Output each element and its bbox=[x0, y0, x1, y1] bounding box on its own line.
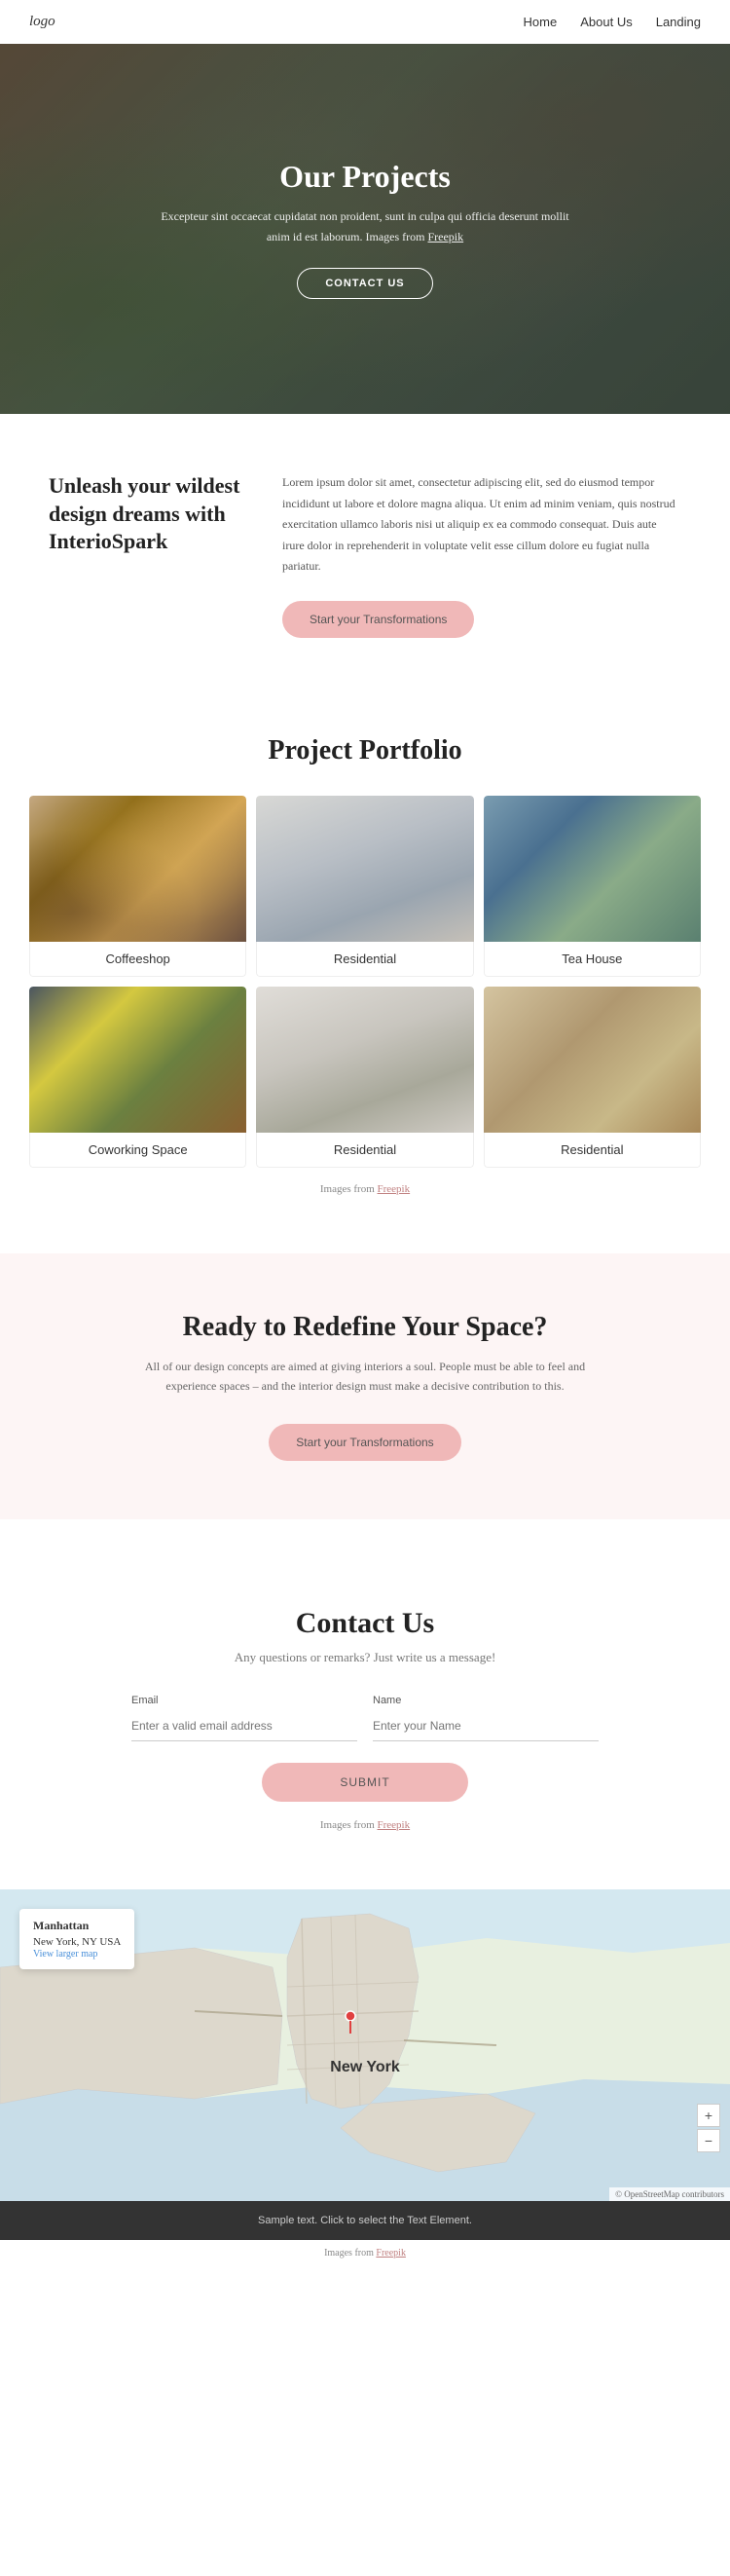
unleash-body: Lorem ipsum dolor sit amet, consectetur … bbox=[282, 472, 681, 578]
nav-home[interactable]: Home bbox=[524, 15, 558, 29]
footer-text: Sample text. Click to select the Text El… bbox=[14, 2215, 716, 2226]
logo: logo bbox=[29, 14, 55, 30]
footer-freepik-link[interactable]: Freepik bbox=[376, 2248, 406, 2259]
hero-description: Excepteur sint occaecat cupidatat non pr… bbox=[161, 206, 569, 246]
map-attribution: © OpenStreetMap contributors bbox=[609, 2187, 730, 2201]
ready-section: Ready to Redefine Your Space? All of our… bbox=[0, 1253, 730, 1519]
contact-freepik-link[interactable]: Freepik bbox=[378, 1819, 411, 1831]
unleash-body-block: Lorem ipsum dolor sit amet, consectetur … bbox=[282, 472, 681, 638]
contact-form: Email Name SUBMIT bbox=[78, 1695, 652, 1802]
name-input[interactable] bbox=[373, 1711, 599, 1741]
contact-note: Images from Freepik bbox=[78, 1819, 652, 1831]
contact-section: Contact Us Any questions or remarks? Jus… bbox=[0, 1549, 730, 1889]
hero-cta-button[interactable]: CONTACT US bbox=[297, 268, 432, 299]
submit-button[interactable]: SUBMIT bbox=[262, 1763, 467, 1802]
portfolio-label-coworking: Coworking Space bbox=[29, 1133, 246, 1168]
nav-landing[interactable]: Landing bbox=[656, 15, 701, 29]
hero-freepik-link[interactable]: Freepik bbox=[427, 230, 463, 243]
map-address: New York, NY USA bbox=[33, 1936, 121, 1948]
map-background: Manhattan New York, NY USA View larger m… bbox=[0, 1889, 730, 2201]
ready-title: Ready to Redefine Your Space? bbox=[78, 1312, 652, 1343]
email-label: Email bbox=[131, 1695, 357, 1706]
map-larger-link[interactable]: View larger map bbox=[33, 1949, 97, 1960]
portfolio-title: Project Portfolio bbox=[29, 735, 701, 766]
portfolio-label-coffeeshop: Coffeeshop bbox=[29, 942, 246, 977]
portfolio-label-residential1: Residential bbox=[256, 942, 473, 977]
portfolio-img-residential1 bbox=[256, 796, 473, 942]
contact-form-row: Email Name bbox=[131, 1695, 599, 1741]
portfolio-img-teahouse bbox=[484, 796, 701, 942]
portfolio-img-residential2 bbox=[256, 987, 473, 1133]
ready-cta-button[interactable]: Start your Transformations bbox=[269, 1424, 460, 1461]
map-zoom-controls: + − bbox=[697, 2104, 720, 2152]
portfolio-img-coffeeshop bbox=[29, 796, 246, 942]
portfolio-label-teahouse: Tea House bbox=[484, 942, 701, 977]
portfolio-label-residential3: Residential bbox=[484, 1133, 701, 1168]
portfolio-section: Project Portfolio Coffeeshop Residential… bbox=[0, 696, 730, 1224]
unleash-section: Unleash your wildest design dreams with … bbox=[0, 414, 730, 696]
ready-description: All of our design concepts are aimed at … bbox=[141, 1357, 589, 1397]
unleash-heading: Unleash your wildest design dreams with … bbox=[49, 472, 243, 556]
portfolio-item-residential3[interactable]: Residential bbox=[484, 987, 701, 1168]
portfolio-item-residential1[interactable]: Residential bbox=[256, 796, 473, 977]
hero-content: Our Projects Excepteur sint occaecat cup… bbox=[161, 159, 569, 299]
portfolio-grid: Coffeeshop Residential Tea House Coworki… bbox=[29, 796, 701, 1168]
email-field-group: Email bbox=[131, 1695, 357, 1741]
nav-links: Home About Us Landing bbox=[524, 15, 701, 29]
unleash-cta-button[interactable]: Start your Transformations bbox=[282, 601, 474, 638]
portfolio-note: Images from Freepik bbox=[29, 1183, 701, 1195]
name-label: Name bbox=[373, 1695, 599, 1706]
portfolio-item-coffeeshop[interactable]: Coffeeshop bbox=[29, 796, 246, 977]
name-field-group: Name bbox=[373, 1695, 599, 1741]
map-zoom-out[interactable]: − bbox=[697, 2129, 720, 2152]
portfolio-label-residential2: Residential bbox=[256, 1133, 473, 1168]
contact-title: Contact Us bbox=[78, 1607, 652, 1640]
nav-about[interactable]: About Us bbox=[580, 15, 632, 29]
navbar: logo Home About Us Landing bbox=[0, 0, 730, 44]
portfolio-freepik-link[interactable]: Freepik bbox=[378, 1183, 411, 1195]
portfolio-img-residential3 bbox=[484, 987, 701, 1133]
portfolio-item-coworking[interactable]: Coworking Space bbox=[29, 987, 246, 1168]
map-zoom-in[interactable]: + bbox=[697, 2104, 720, 2127]
email-input[interactable] bbox=[131, 1711, 357, 1741]
map-info-box: Manhattan New York, NY USA View larger m… bbox=[19, 1909, 134, 1969]
portfolio-item-teahouse[interactable]: Tea House bbox=[484, 796, 701, 977]
hero-section: Our Projects Excepteur sint occaecat cup… bbox=[0, 44, 730, 414]
portfolio-item-residential2[interactable]: Residential bbox=[256, 987, 473, 1168]
map-section: Manhattan New York, NY USA View larger m… bbox=[0, 1889, 730, 2201]
footer: Sample text. Click to select the Text El… bbox=[0, 2201, 730, 2240]
map-location: Manhattan bbox=[33, 1919, 121, 1933]
portfolio-img-coworking bbox=[29, 987, 246, 1133]
hero-title: Our Projects bbox=[161, 159, 569, 195]
contact-subtitle: Any questions or remarks? Just write us … bbox=[78, 1650, 652, 1665]
footer-images: Images from Freepik bbox=[0, 2240, 730, 2266]
unleash-heading-block: Unleash your wildest design dreams with … bbox=[49, 472, 243, 556]
